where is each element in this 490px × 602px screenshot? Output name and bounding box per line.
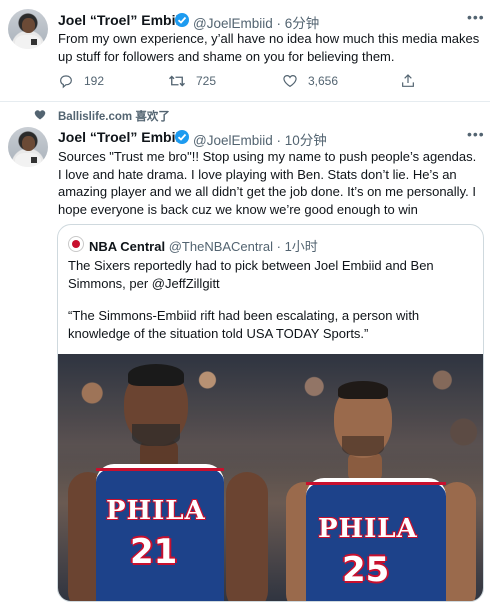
author-handle: @JoelEmbiid · 10分钟 <box>193 129 327 149</box>
jersey-right-text: PHILA <box>318 514 418 544</box>
avatar[interactable] <box>8 9 48 49</box>
player-right-head <box>334 381 392 458</box>
timestamp[interactable]: 10分钟 <box>285 133 327 148</box>
retweet-icon <box>169 75 185 87</box>
like-count: 3,656 <box>308 74 339 88</box>
tweet-text: From my own experience, y’all have no id… <box>58 31 480 64</box>
tweet-1[interactable]: Joel “Troel” Embiid @JoelEmbiid · 6分钟 ••… <box>0 0 490 100</box>
heart-fill-icon <box>34 110 46 120</box>
avatar-shirt <box>15 153 41 167</box>
jersey-trim <box>306 482 446 485</box>
author-handle: @JoelEmbiid · 6分钟 <box>193 12 319 32</box>
jersey-left-text: PHILA <box>106 496 206 526</box>
handle-text[interactable]: @JoelEmbiid <box>193 16 273 31</box>
avatar-shirt-logo <box>31 39 37 45</box>
avatar-shirt <box>15 35 41 49</box>
player-left: PHILA 21 <box>58 354 288 601</box>
retweet-count: 725 <box>196 74 217 88</box>
quoted-timestamp[interactable]: 1小时 <box>285 239 318 254</box>
quoted-tweet[interactable]: NBA Central @TheNBACentral · 1小时 The Six… <box>57 224 484 602</box>
tweet-actions: 192 725 3,656 <box>58 73 478 93</box>
share-icon <box>402 74 414 87</box>
separator: · <box>276 16 282 31</box>
nba-central-avatar[interactable] <box>68 236 84 252</box>
more-icon[interactable]: ••• <box>467 9 485 25</box>
quoted-text-1: The Sixers reportedly had to pick betwee… <box>68 258 434 291</box>
quoted-tweet-header: NBA Central @TheNBACentral · 1小时 <box>89 236 318 255</box>
quoted-author-name[interactable]: NBA Central <box>89 239 165 254</box>
quoted-text-2: “The Simmons-Embiid rift had been escala… <box>68 308 420 341</box>
quoted-author-handle[interactable]: @TheNBACentral <box>169 239 273 254</box>
tweet-text: Sources "Trust me bro"!! Stop using my n… <box>58 149 477 217</box>
separator: · <box>276 133 282 148</box>
verified-badge-icon <box>175 130 189 144</box>
separator: · <box>276 239 281 254</box>
author-name[interactable]: Joel “Troel” Embiid <box>58 129 188 145</box>
jersey-right-number: 25 <box>342 550 390 590</box>
reply-button[interactable]: 192 <box>58 73 104 89</box>
handle-text[interactable]: @JoelEmbiid <box>193 133 273 148</box>
player-left-head <box>124 364 188 446</box>
author-name[interactable]: Joel “Troel” Embiid <box>58 12 188 28</box>
verified-badge-icon <box>175 13 189 27</box>
player-left-arm-right <box>226 472 268 601</box>
quoted-tweet-photo[interactable]: PHILA 21 PHILA 25 <box>58 354 483 601</box>
timestamp[interactable]: 6分钟 <box>285 16 320 31</box>
jersey-left-number: 21 <box>130 532 178 572</box>
like-button[interactable]: 3,656 <box>282 73 338 89</box>
retweet-button[interactable]: 725 <box>168 73 216 89</box>
more-icon[interactable]: ••• <box>467 126 485 142</box>
player-right: PHILA 25 <box>278 354 483 601</box>
avatar[interactable] <box>8 127 48 167</box>
reply-count: 192 <box>84 74 105 88</box>
jersey-trim <box>96 468 224 471</box>
avatar-face <box>22 136 35 151</box>
heart-icon <box>283 75 297 88</box>
reply-icon <box>60 75 72 89</box>
avatar-shirt-logo <box>31 157 37 163</box>
avatar-face <box>22 18 35 33</box>
share-button[interactable] <box>400 73 426 89</box>
divider <box>0 101 490 102</box>
